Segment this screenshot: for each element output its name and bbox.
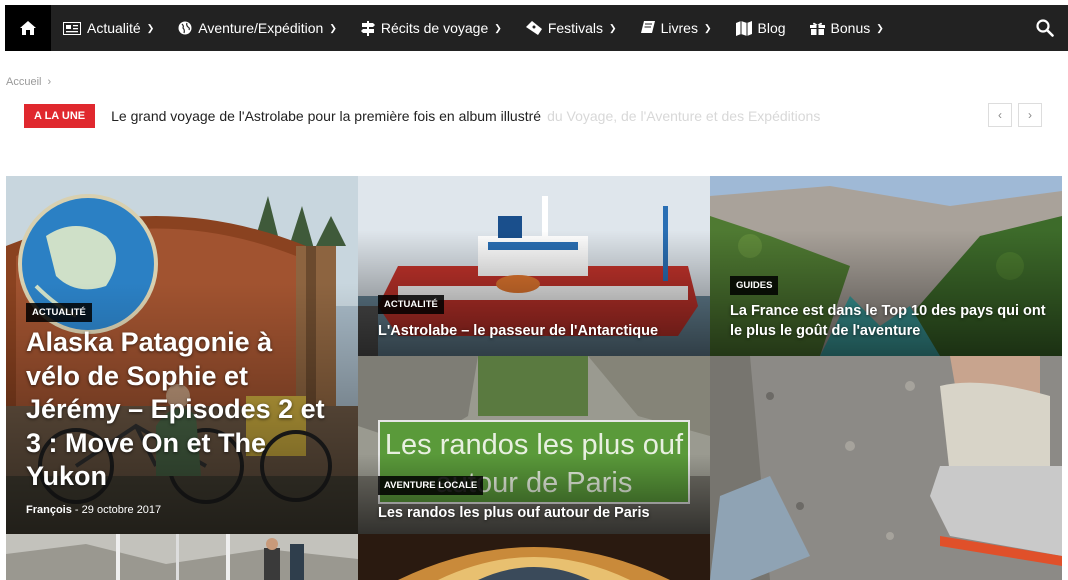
ticker-headline[interactable]: Le grand voyage de l'Astrolabe pour la p… <box>111 108 541 124</box>
nav-item-bonus[interactable]: Bonus ❯ <box>798 5 896 51</box>
ticker-tag: A LA UNE <box>24 104 96 128</box>
ticker-next-headline: du Voyage, de l'Aventure et des Expéditi… <box>547 108 821 124</box>
post-image <box>6 534 358 580</box>
nav-item-livres[interactable]: Livres ❯ <box>629 5 724 51</box>
gift-icon <box>809 22 825 35</box>
nav-item-label: Livres <box>660 20 698 36</box>
nav-item-aventure[interactable]: Aventure/Expédition ❯ <box>166 5 349 51</box>
nav-item-label: Bonus <box>830 20 871 36</box>
home-button[interactable] <box>5 5 51 51</box>
nav-item-label: Récits de voyage <box>380 20 489 36</box>
featured-post-small[interactable]: Guides La France est dans le Top 10 des … <box>710 176 1062 356</box>
nav-item-label: Actualité <box>87 20 141 36</box>
nav-item-label: Aventure/Expédition <box>198 20 324 36</box>
post-date: 29 octobre 2017 <box>81 504 162 516</box>
nav-item-actualite[interactable]: Actualité ❯ <box>51 5 166 51</box>
featured-post-large[interactable]: Actualité Alaska Patagonie à vélo de Sop… <box>6 176 358 534</box>
featured-post-small[interactable] <box>358 534 710 580</box>
signpost-icon <box>360 20 375 36</box>
post-title[interactable]: Les randos les plus ouf autour de Paris <box>378 503 698 523</box>
post-image <box>358 534 710 580</box>
globe-icon <box>178 21 192 35</box>
breadcrumb-separator: › <box>47 76 52 88</box>
chevron-down-icon: ❯ <box>609 22 617 33</box>
breadcrumb-home[interactable]: Accueil <box>6 76 41 88</box>
chevron-down-icon: ❯ <box>876 22 884 33</box>
post-title[interactable]: La France est dans le Top 10 des pays qu… <box>730 301 1050 341</box>
featured-post-small[interactable] <box>6 534 358 580</box>
book-icon <box>640 21 655 33</box>
category-badge[interactable]: Guides <box>730 276 779 295</box>
search-icon <box>1036 19 1054 37</box>
chevron-left-icon: ‹ <box>998 108 1002 122</box>
newspaper-icon <box>63 21 81 35</box>
ticker-controls: ‹ › <box>988 103 1042 127</box>
news-ticker: A LA UNE Le grand voyage de l'Astrolabe … <box>24 104 1054 128</box>
chevron-down-icon: ❯ <box>494 22 502 33</box>
nav-item-label: Blog <box>757 20 786 36</box>
breadcrumb: Accueil › <box>6 76 51 88</box>
ticker-prev-button[interactable]: ‹ <box>988 103 1012 127</box>
category-badge[interactable]: Actualité <box>26 303 92 322</box>
post-image <box>710 356 1062 580</box>
featured-post-small[interactable]: Actualité L'Astrolabe – le passeur de l'… <box>358 176 710 356</box>
post-title[interactable]: Alaska Patagonie à vélo de Sophie et Jér… <box>26 326 326 494</box>
ticket-icon <box>525 21 542 35</box>
map-icon <box>735 20 752 36</box>
featured-post-small[interactable] <box>710 356 1062 580</box>
chevron-right-icon: › <box>1028 108 1032 122</box>
chevron-down-icon: ❯ <box>146 22 155 33</box>
search-button[interactable] <box>1022 5 1068 51</box>
post-title[interactable]: L'Astrolabe – le passeur de l'Antarctiqu… <box>378 321 698 341</box>
featured-post-small[interactable]: Les randos les plus ouf autour de Paris … <box>358 356 710 534</box>
post-meta: François - 29 octobre 2017 <box>26 504 161 516</box>
chevron-down-icon: ❯ <box>329 22 337 33</box>
category-badge[interactable]: Actualité <box>378 295 444 314</box>
nav-item-label: Festivals <box>547 20 604 36</box>
meta-separator: - <box>74 504 82 516</box>
nav-item-recits[interactable]: Récits de voyage ❯ <box>349 5 514 51</box>
post-author[interactable]: François <box>26 504 72 516</box>
nav-item-blog[interactable]: Blog <box>724 5 798 51</box>
home-icon <box>20 21 36 35</box>
nav-item-festivals[interactable]: Festivals ❯ <box>514 5 629 51</box>
category-badge[interactable]: Aventure locale <box>378 476 484 495</box>
main-navbar: Actualité ❯ Aventure/Expédition ❯ Récits… <box>5 5 1068 51</box>
chevron-down-icon: ❯ <box>703 22 712 33</box>
ticker-next-button[interactable]: › <box>1018 103 1042 127</box>
